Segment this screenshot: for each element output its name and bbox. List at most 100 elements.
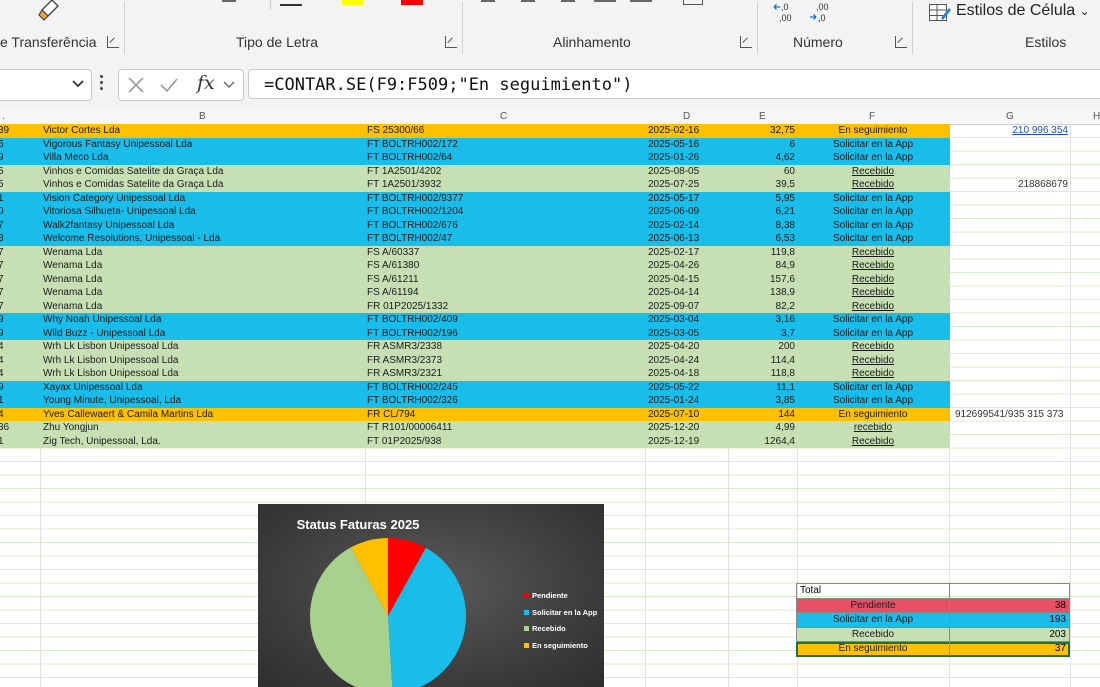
formula-input[interactable]: =CONTAR.SE(F9:F509;"En seguimiento") (248, 69, 1100, 99)
cell-d[interactable]: 2025-09-07 (648, 300, 726, 314)
table-row[interactable]: 7 Wenama Lda FS A/61211 2025-04-15 157,6 Rece… (0, 272, 950, 287)
cell-d[interactable]: 2025-01-24 (648, 394, 726, 408)
cell-f[interactable]: Recebido (797, 165, 949, 179)
table-row[interactable]: 1 Young Minute, Unipessoal, Lda FT BOLTRH0… (0, 394, 950, 408)
cell-e[interactable]: 6,21 (730, 205, 795, 219)
cell-f[interactable]: Recebido (797, 367, 949, 381)
table-row[interactable]: 3 Welcome Resolutions, Unipessoal - Lda FT… (0, 232, 950, 246)
cell-b[interactable]: Vinhos e Comidas Satelite da Graça Lda (43, 165, 363, 179)
table-row[interactable]: 7 Wenama Lda FS A/61194 2025-04-14 138,9 Rece… (0, 286, 950, 300)
cell-d[interactable]: 2025-05-17 (648, 192, 726, 206)
table-row[interactable]: 4 Wrh Lk Lisbon Unipessoal Lda FR ASMR3/23… (0, 340, 950, 354)
table-row[interactable]: 4 Wrh Lk Lisbon Unipessoal Lda FR ASMR3/23… (0, 353, 950, 368)
cell-f[interactable]: Recebido (797, 354, 949, 368)
cell-e[interactable]: 60 (730, 165, 795, 179)
cell-g[interactable]: 210 996 354 (1012, 124, 1068, 138)
cell-f[interactable]: Recebido (797, 435, 949, 449)
column-header-h[interactable]: H (1093, 111, 1100, 122)
table-row[interactable]: 7 Walk2fantasy Unipessoal Lda FT BOLTRH002… (0, 218, 950, 233)
cell-e[interactable]: 144 (730, 408, 795, 422)
cell-e[interactable]: 84,9 (730, 259, 795, 273)
clipboard-launcher-icon[interactable] (107, 36, 119, 48)
cell-a[interactable]: 7 (0, 300, 36, 314)
cell-a[interactable]: 7 (0, 286, 36, 300)
cell-g[interactable]: 218868679 (1018, 178, 1068, 192)
cell-b[interactable]: Wrh Lk Lisbon Unipessoal Lda (43, 367, 363, 381)
cell-e[interactable]: 138,9 (730, 286, 795, 300)
cell-b[interactable]: Young Minute, Unipessoal, Lda (43, 394, 363, 408)
cell-e[interactable]: 32,75 (730, 124, 795, 138)
cell-f[interactable]: Recebido (797, 300, 949, 314)
cell-b[interactable]: Victor Cortes Lda (43, 124, 363, 138)
cell-c[interactable]: FR ASMR3/2321 (367, 367, 643, 381)
cell-e[interactable]: 114,4 (730, 354, 795, 368)
column-header-b[interactable]: B (199, 111, 206, 122)
table-row[interactable]: 5 Vinhos e Comidas Satelite da Graça Lda F… (0, 164, 950, 179)
cell-c[interactable]: FT BOLTRH002/9377 (367, 192, 643, 206)
cell-f[interactable]: Solicitar en la App (797, 205, 949, 219)
cell-a[interactable]: 4 (0, 367, 36, 381)
cell-f[interactable]: Solicitar en la App (797, 381, 949, 395)
cell-e[interactable]: 3,16 (730, 313, 795, 327)
cell-f[interactable]: Solicitar en la App (797, 151, 949, 165)
cell-b[interactable]: Vision Category Unipessoal Lda (43, 192, 363, 206)
cell-c[interactable]: FT 01P2025/938 (367, 435, 643, 449)
table-row[interactable]: 1 Zig Tech, Unipessoal, Lda. FT 01P2025/93… (0, 434, 950, 449)
cell-b[interactable]: Villa Meco Lda (43, 151, 363, 165)
more-options-icon[interactable] (100, 75, 103, 93)
table-row[interactable]: 5 Vigorous Fantasy Unipessoal Lda FT BOLTR… (0, 137, 950, 152)
cell-d[interactable]: 2025-02-14 (648, 219, 726, 233)
table-row[interactable]: 36 Zhu Yongjun FT R101/00006411 2025-12-20 4… (0, 421, 950, 435)
cell-c[interactable]: FT BOLTRH002/245 (367, 381, 643, 395)
cell-e[interactable]: 5,95 (730, 192, 795, 206)
cell-d[interactable]: 2025-04-14 (648, 286, 726, 300)
cell-b[interactable]: Wenama Lda (43, 300, 363, 314)
table-row[interactable]: 4 Yves Callewaert & Camila Martins Lda FR … (0, 407, 950, 422)
cell-b[interactable]: Vinhos e Comidas Satelite da Graça Lda (43, 178, 363, 192)
cell-d[interactable]: 2025-04-26 (648, 259, 726, 273)
cell-a[interactable]: 7 (0, 273, 36, 287)
cell-c[interactable]: FT BOLTRH002/676 (367, 219, 643, 233)
cell-f[interactable]: Recebido (797, 273, 949, 287)
summary-row[interactable]: En seguimiento 37 (796, 642, 1070, 657)
cell-d[interactable]: 2025-06-09 (648, 205, 726, 219)
cell-f[interactable]: Solicitar en la App (797, 327, 949, 341)
cell-a[interactable]: 9 (0, 381, 36, 395)
border-icon[interactable] (280, 0, 302, 6)
table-row[interactable]: 5 Vinhos e Comidas Satelite da Graça Lda F… (0, 178, 950, 192)
font-size-decrease-icon[interactable] (222, 0, 236, 2)
cell-c[interactable]: FR ASMR3/2338 (367, 340, 643, 354)
cell-styles-button[interactable]: Estilos de Célula ⌄ (956, 2, 1090, 20)
cell-e[interactable]: 3,85 (730, 394, 795, 408)
cell-d[interactable]: 2025-07-25 (648, 178, 726, 192)
orientation-icon[interactable] (594, 0, 616, 2)
cell-b[interactable]: Wenama Lda (43, 259, 363, 273)
cell-e[interactable]: 157,6 (730, 273, 795, 287)
table-row[interactable]: 39 Victor Cortes Lda FS 25300/66 2025-02-16… (0, 124, 950, 138)
cell-f[interactable]: En seguimiento (797, 408, 949, 422)
cell-e[interactable]: 4,99 (730, 421, 795, 435)
column-header-d[interactable]: D (683, 111, 690, 122)
cell-e[interactable]: 4,62 (730, 151, 795, 165)
cell-f[interactable]: Solicitar en la App (797, 394, 949, 408)
cell-d[interactable]: 2025-04-15 (648, 273, 726, 287)
cell-f[interactable]: Solicitar en la App (797, 138, 949, 152)
cell-b[interactable]: Vigorous Fantasy Unipessoal Lda (43, 138, 363, 152)
cell-f[interactable]: Recebido (797, 259, 949, 273)
cell-e[interactable]: 39,5 (730, 178, 795, 192)
cell-b[interactable]: Wenama Lda (43, 286, 363, 300)
status-pie-chart[interactable]: Status Faturas 2025 Pendiente Solicitar e… (258, 504, 604, 687)
cell-e[interactable]: 11,1 (730, 381, 795, 395)
cell-a[interactable]: 7 (0, 259, 36, 273)
cell-a[interactable]: 3 (0, 232, 36, 246)
name-box[interactable] (0, 69, 92, 101)
font-launcher-icon[interactable] (445, 36, 457, 48)
cell-d[interactable]: 2025-01-26 (648, 151, 726, 165)
cell-c[interactable]: FS A/61194 (367, 286, 643, 300)
cell-e[interactable]: 1264,4 (730, 435, 795, 449)
wrap-text-icon[interactable] (630, 0, 652, 2)
cell-b[interactable]: Yves Callewaert & Camila Martins Lda (43, 408, 363, 422)
summary-row[interactable]: Solicitar en la App 193 (796, 613, 1070, 628)
cell-c[interactable]: FR CL/794 (367, 408, 643, 422)
column-header-c[interactable]: C (500, 111, 507, 122)
